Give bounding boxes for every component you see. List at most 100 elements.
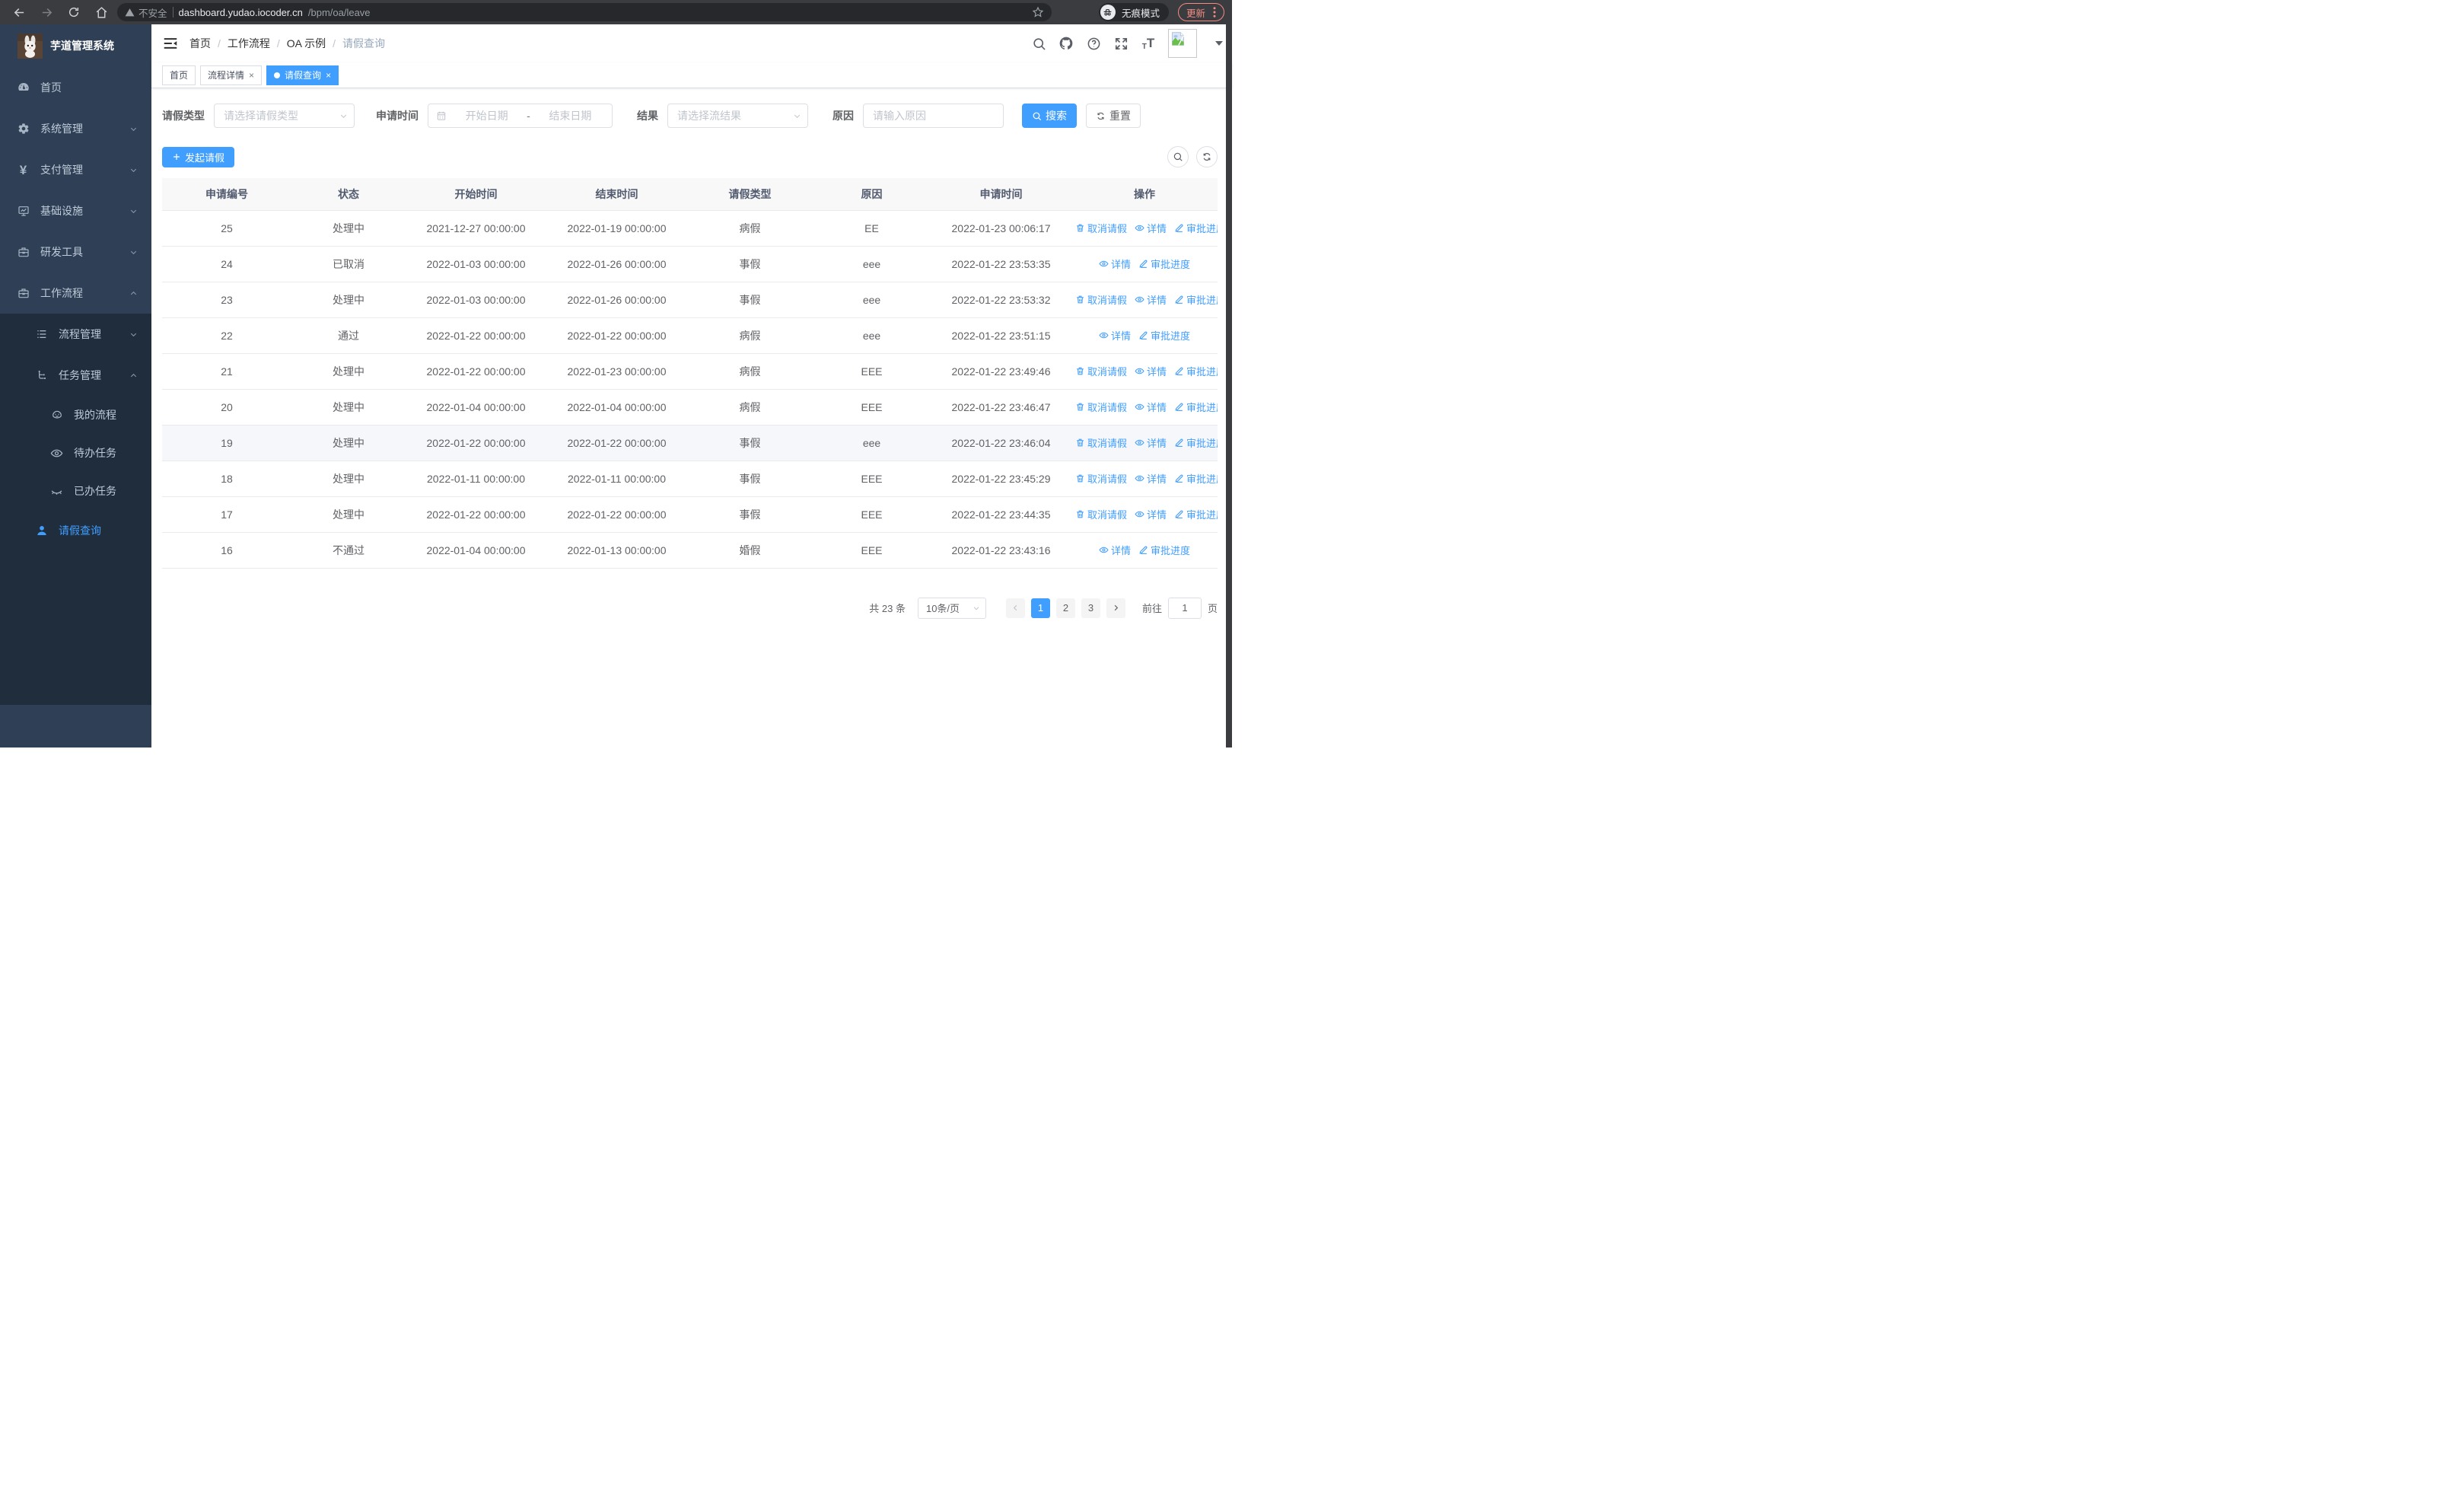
browser-forward-button[interactable] (35, 2, 58, 22)
browser-reload-button[interactable] (62, 2, 85, 22)
sidebar-collapse-icon[interactable] (162, 35, 179, 52)
action-cancel-link[interactable]: 取消请假 (1075, 292, 1127, 307)
reset-button[interactable]: 重置 (1086, 104, 1141, 128)
chevron-up-icon (130, 373, 137, 377)
plus-icon (173, 154, 180, 160)
action-detail-link[interactable]: 详情 (1135, 471, 1167, 486)
action-cancel-link[interactable]: 取消请假 (1075, 435, 1127, 450)
action-progress-link[interactable]: 审批进度 (1138, 257, 1190, 271)
help-icon[interactable] (1086, 36, 1101, 51)
url-bar[interactable]: 不安全 dashboard.yudao.iocoder.cn/bpm/oa/le… (117, 3, 1052, 21)
sidebar-item-devtools[interactable]: 研发工具 (0, 231, 151, 273)
close-icon[interactable]: × (249, 70, 254, 81)
sidebar-item-my-process[interactable]: 我的流程 (0, 396, 151, 434)
action-detail-link[interactable]: 详情 (1135, 364, 1167, 378)
action-cancel-link[interactable]: 取消请假 (1075, 400, 1127, 414)
sidebar-item-infrastructure[interactable]: 基础设施 (0, 190, 151, 231)
action-progress-link[interactable]: 审批进度 (1174, 292, 1218, 307)
search-button[interactable]: 搜索 (1022, 104, 1077, 128)
action-progress-link[interactable]: 审批进度 (1174, 435, 1218, 450)
font-size-icon[interactable]: TT (1141, 36, 1156, 51)
action-label: 审批进度 (1186, 509, 1218, 521)
sidebar-item-leave-query[interactable]: 请假查询 (0, 510, 151, 551)
action-cancel-link[interactable]: 取消请假 (1075, 471, 1127, 486)
cell-actions: 取消请假 详情 审批进度 (1071, 389, 1218, 426)
cell-status: 通过 (291, 317, 406, 354)
trash-icon (1077, 403, 1084, 411)
action-progress-link[interactable]: 审批进度 (1174, 364, 1218, 378)
cell-id: 24 (162, 246, 291, 282)
not-secure-warning[interactable]: 不安全 (125, 5, 167, 20)
cell-end: 2022-01-13 00:00:00 (546, 532, 687, 569)
page-button-2[interactable]: 2 (1055, 598, 1075, 618)
show-search-toggle-button[interactable] (1167, 146, 1189, 167)
sidebar-item-process-management[interactable]: 流程管理 (0, 314, 151, 355)
action-detail-link[interactable]: 详情 (1099, 328, 1131, 343)
action-cancel-link[interactable]: 取消请假 (1075, 507, 1127, 521)
bookmark-star-icon[interactable] (1032, 6, 1044, 18)
page-button-1[interactable]: 1 (1030, 598, 1050, 618)
avatar-dropdown-caret[interactable] (1215, 41, 1223, 46)
action-detail-link[interactable]: 详情 (1135, 435, 1167, 450)
breadcrumb-item[interactable]: 工作流程 (228, 36, 270, 51)
action-progress-link[interactable]: 审批进度 (1174, 400, 1218, 414)
avatar[interactable] (1168, 29, 1197, 58)
sidebar-item-todo-tasks[interactable]: 待办任务 (0, 434, 151, 472)
result-select[interactable]: 请选择流结果 (667, 104, 808, 128)
close-icon[interactable]: × (326, 70, 331, 81)
action-detail-link[interactable]: 详情 (1135, 507, 1167, 521)
page-button-3[interactable]: 3 (1081, 598, 1100, 618)
action-progress-link[interactable]: 审批进度 (1174, 471, 1218, 486)
action-detail-link[interactable]: 详情 (1099, 257, 1131, 271)
sidebar-item-home[interactable]: 首页 (0, 67, 151, 108)
action-detail-link[interactable]: 详情 (1099, 543, 1131, 557)
action-progress-link[interactable]: 审批进度 (1174, 507, 1218, 521)
cell-status: 处理中 (291, 496, 406, 533)
sidebar-item-system[interactable]: 系统管理 (0, 108, 151, 149)
refresh-table-button[interactable] (1196, 146, 1218, 167)
action-label: 审批进度 (1186, 366, 1218, 378)
cell-actions: 取消请假 详情 审批进度 (1071, 496, 1218, 533)
apply-time-range-picker[interactable]: 开始日期 - 结束日期 (428, 104, 613, 128)
pagination: 共 23 条 10条/页 1 2 3 前往 1 页 (162, 597, 1218, 619)
browser-menu-icon[interactable] (1213, 7, 1216, 18)
next-page-button[interactable] (1106, 598, 1125, 618)
sidebar-item-workflow[interactable]: 工作流程 (0, 273, 151, 314)
browser-update-button[interactable]: 更新 (1177, 3, 1224, 21)
fullscreen-icon[interactable] (1113, 36, 1129, 51)
action-detail-link[interactable]: 详情 (1135, 221, 1167, 235)
tab-home[interactable]: 首页 (162, 65, 196, 85)
action-detail-link[interactable]: 详情 (1135, 400, 1167, 414)
logo-row: 芋道管理系统 (0, 24, 151, 67)
tab-process-detail[interactable]: 流程详情 × (200, 65, 263, 85)
action-progress-link[interactable]: 审批进度 (1138, 543, 1190, 557)
leave-type-select[interactable]: 请选择请假类型 (214, 104, 355, 128)
action-label: 详情 (1110, 545, 1131, 556)
prev-page-button[interactable] (1005, 598, 1025, 618)
sidebar-item-done-tasks[interactable]: 已办任务 (0, 472, 151, 510)
sidebar-item-label: 系统管理 (40, 123, 83, 135)
tab-leave-query[interactable]: 请假查询 × (266, 65, 339, 85)
select-placeholder: 请选择流结果 (677, 110, 741, 122)
action-cancel-link[interactable]: 取消请假 (1075, 221, 1127, 235)
breadcrumb-item[interactable]: OA 示例 (287, 36, 326, 51)
reason-input[interactable]: 请输入原因 (863, 104, 1004, 128)
page-size-select[interactable]: 10条/页 (917, 597, 986, 619)
github-icon[interactable] (1059, 36, 1074, 51)
action-label: 取消请假 (1087, 366, 1128, 378)
edit-pen-icon (1139, 260, 1148, 268)
sidebar-item-task-management[interactable]: 任务管理 (0, 355, 151, 396)
action-cancel-link[interactable]: 取消请假 (1075, 364, 1127, 378)
action-detail-link[interactable]: 详情 (1135, 292, 1167, 307)
action-progress-link[interactable]: 审批进度 (1174, 221, 1218, 235)
action-progress-link[interactable]: 审批进度 (1138, 328, 1190, 343)
browser-home-button[interactable] (90, 2, 113, 22)
goto-page-input[interactable]: 1 (1167, 597, 1202, 619)
create-leave-button[interactable]: 发起请假 (162, 146, 235, 167)
sidebar-item-payment[interactable]: ¥ 支付管理 (0, 149, 151, 190)
window-scrollbar[interactable] (1226, 24, 1232, 748)
cell-end: 2022-01-23 00:00:00 (546, 353, 687, 390)
header-search-icon[interactable] (1031, 36, 1046, 51)
browser-back-button[interactable] (8, 2, 30, 22)
breadcrumb-item[interactable]: 首页 (189, 36, 211, 51)
